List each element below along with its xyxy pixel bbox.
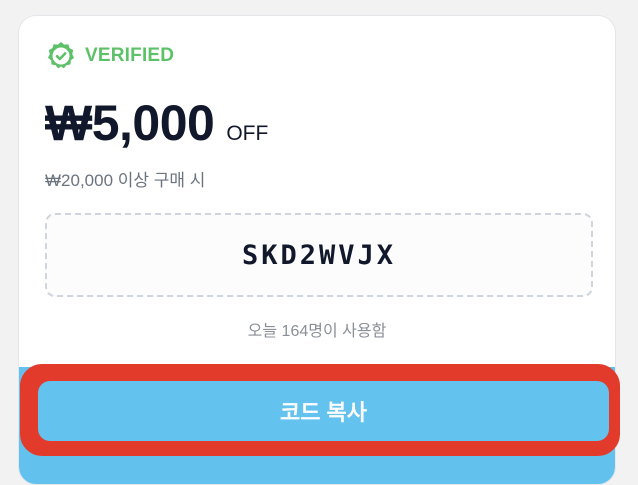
discount-amount: ₩5,000 OFF bbox=[45, 94, 268, 152]
discount-suffix: OFF bbox=[226, 122, 269, 145]
verified-badge: VERIFIED bbox=[45, 40, 174, 72]
usage-count-text: 오늘 164명이 사용함 bbox=[247, 323, 387, 340]
copy-code-button-label: 코드 복사 bbox=[279, 400, 368, 425]
copy-code-button[interactable]: 코드 복사 bbox=[38, 381, 609, 441]
verified-badge-icon bbox=[48, 42, 74, 69]
coupon-code-box[interactable]: SKD2WVJX bbox=[45, 213, 593, 297]
coupon-code[interactable]: SKD2WVJX bbox=[242, 240, 396, 271]
discount-value: ₩5,000 bbox=[45, 95, 215, 151]
minimum-purchase-condition: ₩20,000 이상 구매 시 bbox=[45, 171, 206, 190]
verified-label: VERIFIED bbox=[85, 45, 175, 66]
